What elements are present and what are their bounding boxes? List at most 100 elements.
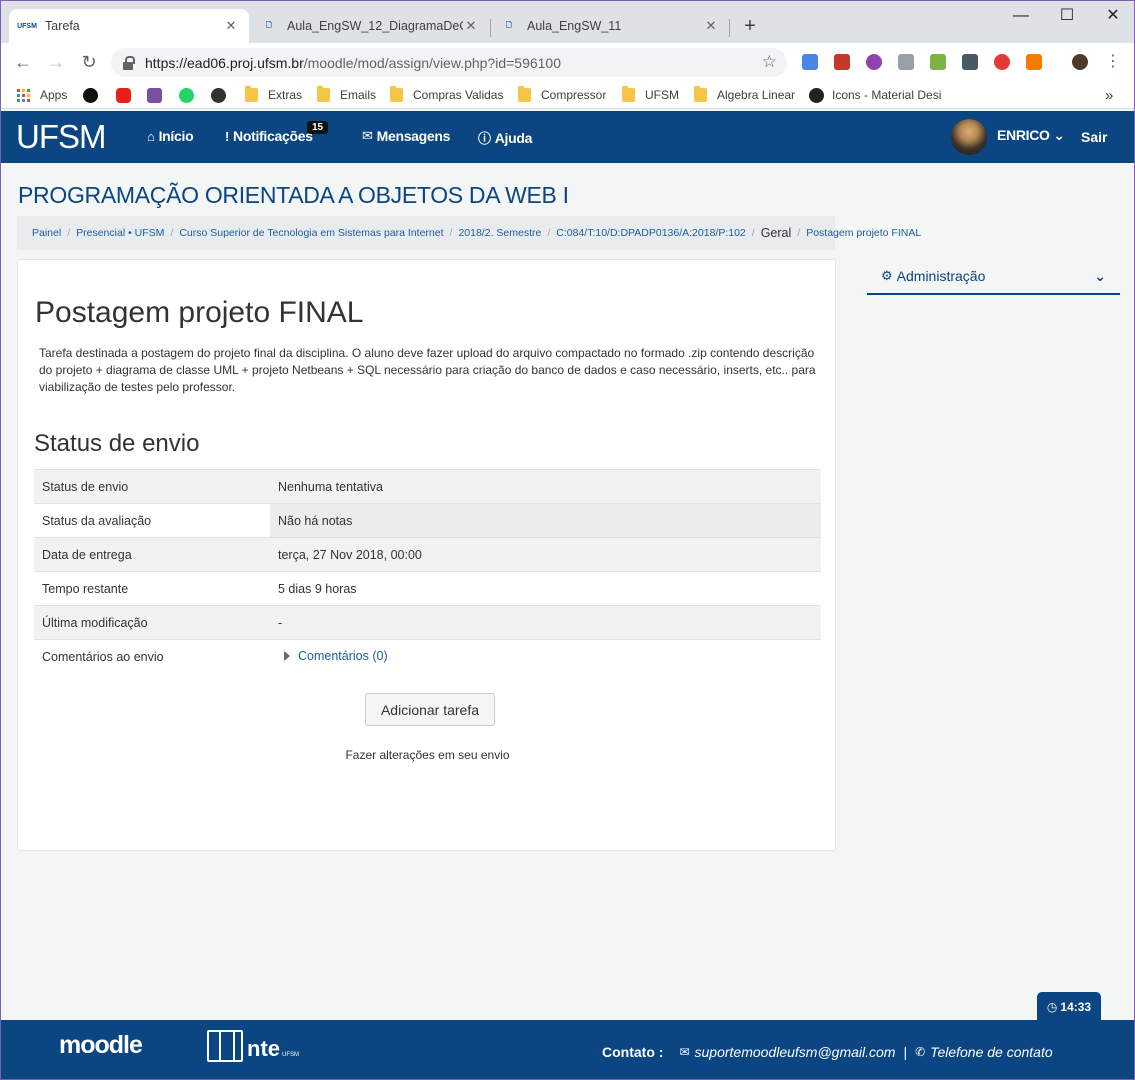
menu-kebab-icon[interactable]: ⋮: [1101, 50, 1125, 74]
maximize-icon[interactable]: ☐: [1044, 1, 1090, 31]
breadcrumb-separator: /: [547, 227, 551, 239]
bookmark-youtube[interactable]: [116, 86, 139, 104]
book-icon: [207, 1030, 243, 1062]
nav-home[interactable]: ⌂ Início: [147, 128, 194, 144]
envelope-icon: ✉: [362, 128, 373, 143]
row-value: 5 dias 9 horas: [278, 581, 357, 596]
nav-home-label: Início: [158, 128, 194, 144]
eyedropper-extension-icon[interactable]: [962, 54, 978, 70]
close-tab-icon[interactable]: ✕: [463, 18, 479, 34]
bookmark-apps[interactable]: Apps: [17, 86, 67, 104]
close-tab-icon[interactable]: ✕: [223, 18, 239, 34]
close-window-icon[interactable]: ✕: [1090, 1, 1134, 31]
bookmark-label: Compressor: [541, 88, 607, 102]
dots-extension-icon[interactable]: [866, 54, 882, 70]
bookmark-compras[interactable]: Compras Validas: [390, 86, 503, 104]
bookmark-ufsm[interactable]: UFSM: [622, 86, 679, 104]
bookmark-label: Emails: [340, 88, 377, 102]
folder-icon: [518, 86, 531, 102]
tab-title: Aula_EngSW_11: [527, 19, 622, 33]
grid-extension-icon[interactable]: [1026, 54, 1042, 70]
row-label: Comentários ao envio: [42, 649, 164, 664]
bookmark-spotify[interactable]: [83, 86, 106, 104]
opera-extension-icon[interactable]: [994, 54, 1010, 70]
row-label: Data de entrega: [42, 547, 132, 562]
table-row: Status de envio Nenhuma tentativa: [34, 469, 821, 504]
site-navbar: UFSM ⌂ Início ! Notificações 15 ✉ Mensagens…: [1, 111, 1134, 163]
question-circle-icon: ⓘ: [478, 131, 491, 146]
folder-icon: [390, 86, 403, 102]
more-bookmarks-chevron-icon[interactable]: »: [1105, 86, 1113, 104]
tab-aula-11[interactable]: 🗋 Aula_EngSW_11 ✕: [491, 9, 729, 43]
bookmark-star-icon[interactable]: ☆: [762, 52, 777, 72]
breadcrumb-presencial[interactable]: Presencial • UFSM: [76, 227, 164, 239]
ufsm-logo[interactable]: UFSM: [16, 118, 106, 156]
minimize-icon[interactable]: —: [998, 1, 1044, 31]
forward-arrow-icon[interactable]: →: [44, 50, 68, 74]
nav-messages[interactable]: ✉ Mensagens: [362, 128, 450, 144]
row-label: Última modificação: [42, 615, 148, 630]
submission-status-table: Status de envio Nenhuma tentativa Status…: [34, 469, 821, 674]
table-row: Comentários ao envio Comentários (0): [34, 639, 821, 674]
new-tab-button[interactable]: +: [739, 15, 761, 37]
youtube-icon: [116, 87, 131, 103]
home-icon: ⌂: [147, 128, 155, 144]
add-submission-button[interactable]: Adicionar tarefa: [365, 693, 495, 726]
swirl-icon: [211, 87, 226, 103]
phone-icon: ✆: [915, 1045, 926, 1059]
nav-notifications[interactable]: ! Notificações: [225, 128, 313, 144]
bookmark-cube[interactable]: [147, 86, 170, 104]
tab-separator: [729, 19, 730, 37]
pdf-extension-icon[interactable]: [930, 54, 946, 70]
nav-help-label: Ajuda: [494, 129, 533, 146]
bookmark-emails[interactable]: Emails: [317, 86, 376, 104]
bookmark-swirl[interactable]: [211, 86, 234, 104]
contact-phone[interactable]: Telefone de contato: [930, 1044, 1052, 1060]
camera-extension-icon[interactable]: [898, 54, 914, 70]
user-menu[interactable]: ENRICO ⌄: [997, 127, 1065, 144]
spotify-icon: [83, 87, 98, 103]
folder-icon: [317, 86, 330, 102]
breadcrumb-semestre[interactable]: 2018/2. Semestre: [458, 227, 541, 239]
page-title: Postagem projeto FINAL: [35, 296, 364, 329]
assignment-description: Tarefa destinada a postagem do projeto f…: [39, 346, 816, 394]
moodle-logo[interactable]: moodle: [59, 1031, 143, 1060]
comments-link-label: Comentários (0): [298, 649, 388, 664]
bookmark-algebra[interactable]: Algebra Linear: [694, 86, 795, 104]
chevron-down-icon[interactable]: ⌄: [1094, 268, 1106, 285]
profile-avatar-icon[interactable]: [1072, 54, 1088, 70]
row-value: Não há notas: [270, 503, 821, 538]
back-arrow-icon[interactable]: ←: [11, 50, 35, 74]
contact-info: Contato : ✉ suportemoodleufsm@gmail.com …: [602, 1044, 1053, 1060]
bookmark-icons[interactable]: Icons - Material Desi: [809, 86, 947, 104]
cube-icon: [147, 87, 162, 103]
comments-toggle[interactable]: Comentários (0): [278, 649, 388, 663]
translate-extension-icon[interactable]: [802, 54, 818, 70]
tab-diagrama[interactable]: 🗋 Aula_EngSW_12_DiagramaDeObj ✕: [251, 9, 489, 43]
envelope-icon: ✉: [679, 1045, 690, 1059]
breadcrumb-separator: /: [797, 227, 801, 239]
address-bar[interactable]: https://ead06.proj.ufsm.br/moodle/mod/as…: [111, 48, 787, 77]
breadcrumb-painel[interactable]: Painel: [32, 227, 61, 239]
book-extension-icon[interactable]: [834, 54, 850, 70]
bookmark-extras[interactable]: Extras: [245, 86, 302, 104]
reload-icon[interactable]: ↻: [77, 50, 101, 74]
administration-block[interactable]: ⚙ Administração ⌄: [867, 259, 1120, 295]
logout-link[interactable]: Sair: [1081, 129, 1107, 145]
breadcrumb-postagem[interactable]: Postagem projeto FINAL: [806, 227, 921, 239]
folder-icon: [694, 86, 707, 102]
bookmark-compressor[interactable]: Compressor: [518, 86, 606, 104]
bookmark-whatsapp[interactable]: [179, 86, 202, 104]
gears-icon: ⚙: [881, 268, 893, 283]
contact-email[interactable]: suportemoodleufsm@gmail.com: [695, 1044, 896, 1060]
close-tab-icon[interactable]: ✕: [703, 18, 719, 34]
breadcrumb-disciplina[interactable]: C:084/T:10/D:DPADP0136/A:2018/P:102: [556, 227, 746, 239]
user-avatar[interactable]: [951, 119, 987, 155]
nav-help[interactable]: ⓘ Ajuda: [478, 128, 532, 147]
browser-window: UFSM Tarefa ✕ 🗋 Aula_EngSW_12_DiagramaDe…: [0, 0, 1135, 1080]
breadcrumb-curso[interactable]: Curso Superior de Tecnologia em Sistemas…: [179, 227, 443, 239]
status-heading: Status de envio: [34, 430, 200, 457]
whatsapp-icon: [179, 87, 194, 103]
tab-tarefa[interactable]: UFSM Tarefa ✕: [9, 9, 249, 43]
nte-ufsm-logo[interactable]: nte UFSM: [207, 1030, 299, 1062]
